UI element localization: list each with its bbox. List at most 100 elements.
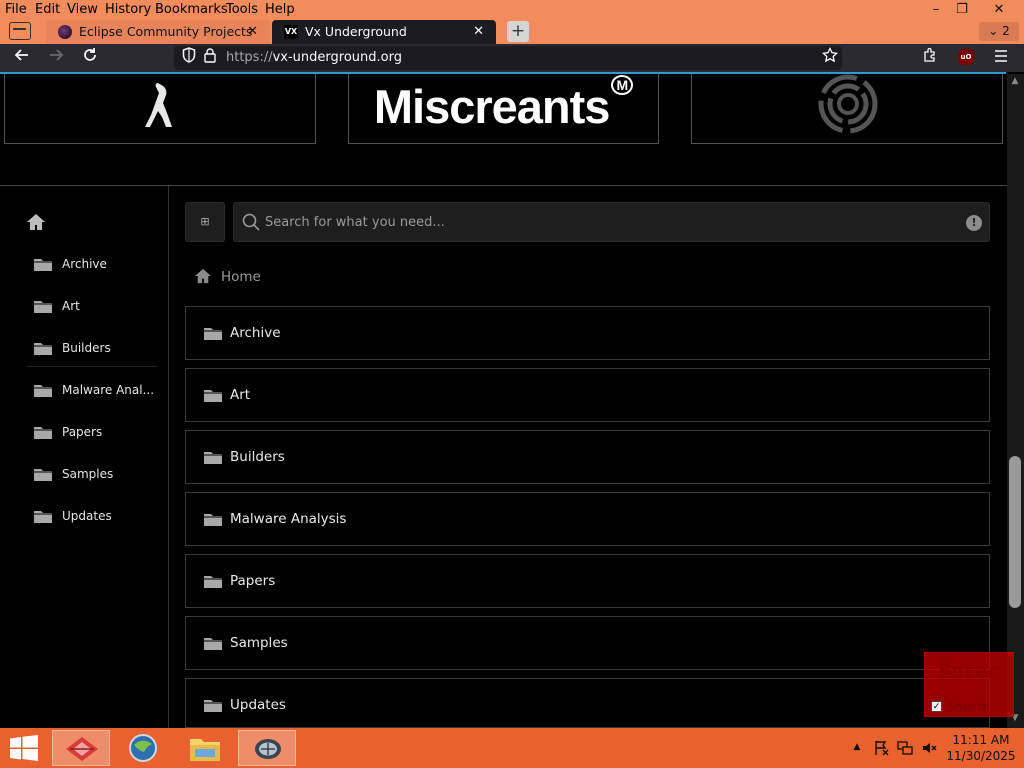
restore-button[interactable]: ❐ [947,0,977,20]
sidebar-item-art[interactable]: Art [34,297,158,317]
clock-date: 11/30/2025 [946,749,1016,763]
hamburger-menu-icon[interactable] [990,44,1012,72]
sidebar-home-icon[interactable] [26,213,46,235]
reload-icon[interactable] [77,44,103,72]
snap-label: Snap to [949,701,988,713]
folder-icon [204,514,222,526]
search-area: ⊞ ! [185,202,990,242]
folder-icon [34,511,52,523]
network-tool-icon [255,739,281,759]
folder-name: Papers [230,573,276,589]
folder-row-archive[interactable]: Archive [185,306,990,360]
search-box[interactable]: ! [233,202,990,242]
folder-row-samples[interactable]: Samples [185,616,990,670]
tab-title: Vx Underground [305,24,407,39]
tab-close-icon[interactable]: ✕ [247,20,258,44]
sidebar-item-archive[interactable]: Archive [34,255,158,275]
sidebar-item-papers[interactable]: Papers [34,423,158,443]
sidebar-item-label: Art [62,299,80,313]
scroll-up-icon[interactable]: ▲ [1009,76,1021,86]
url-protocol: https:// [226,50,273,65]
scrollbar-thumb[interactable] [1009,456,1021,608]
taskbar-app-network-tool[interactable] [238,730,296,766]
enter-button[interactable]: Enter [925,659,1013,683]
home-icon[interactable] [194,268,212,284]
folder-icon [204,700,222,712]
ublock-icon[interactable]: uO [958,49,974,65]
page-scrollbar[interactable] [1007,74,1024,728]
lock-icon[interactable] [202,44,218,72]
sidebar-item-builders[interactable]: Builders [34,339,158,359]
close-window-button[interactable]: ✕ [984,0,1014,20]
folder-row-art[interactable]: Art [185,368,990,422]
forward-icon[interactable] [43,44,69,72]
back-icon[interactable] [9,44,35,72]
menu-view[interactable]: View [67,2,98,17]
folder-explorer-icon [190,739,220,761]
folder-icon [34,385,52,397]
logo-card-miscreants[interactable]: Miscreants M [348,74,659,144]
folder-name: Archive [230,325,281,341]
sidebar-item-malware-analysis[interactable]: Malware Anal... [34,381,158,401]
sidebar-item-samples[interactable]: Samples [34,465,158,485]
shield-icon[interactable] [180,44,198,72]
menu-bar: File Edit View History Bookmarks Tools H… [0,0,1024,20]
sidebar-divider [26,366,158,367]
bookmark-star-icon[interactable] [819,44,841,72]
breadcrumb-home-link[interactable]: Home [221,269,261,285]
tab-vx-underground[interactable]: VX Vx Underground ✕ [272,20,496,44]
enter-overlay-widget[interactable]: Enter ✓ Snap to [924,652,1014,717]
folder-name: Malware Analysis [230,511,347,527]
concentric-circle-logo-icon [818,74,878,134]
folder-icon [204,328,222,340]
menu-history[interactable]: History [105,2,151,17]
folder-icon [204,638,222,650]
windows-start-icon[interactable] [10,735,38,765]
network-icon[interactable] [896,740,914,758]
clock-time: 11:11 AM [952,733,1010,747]
tab-close-icon[interactable]: ✕ [473,20,484,44]
url-text[interactable]: https://vx-underground.org [226,46,402,70]
folder-name: Updates [230,697,286,713]
sidebar-item-updates[interactable]: Updates [34,507,158,527]
taskbar-app-red-diamond[interactable] [52,730,110,766]
menu-bookmarks[interactable]: Bookmarks [155,2,228,17]
walker-logo-icon [145,83,172,127]
miscreants-logo-text: Miscreants [373,80,611,133]
globe-browser-icon [129,734,157,762]
tab-count-button[interactable]: ⌄ 2 [979,22,1019,41]
logo-card-circle[interactable] [691,74,1003,144]
logo-card-walker[interactable] [4,74,316,144]
extensions-icon[interactable] [919,44,941,72]
folder-icon [34,343,52,355]
folder-name: Samples [230,635,288,651]
red-app-icon [66,737,98,761]
new-tab-button[interactable]: + [507,21,529,42]
tab-eclipse[interactable]: Eclipse Community Projects ✕ [46,20,270,44]
taskbar-app-file-explorer[interactable] [176,730,234,766]
sidebar-item-label: Malware Anal... [62,383,155,397]
menu-file[interactable]: File [5,2,27,17]
folder-row-papers[interactable]: Papers [185,554,990,608]
search-input[interactable] [265,203,955,241]
info-icon[interactable]: ! [966,215,982,231]
system-clock[interactable]: 11:11 AM 11/30/2025 [944,732,1018,764]
snap-checkbox[interactable]: ✓ [931,701,942,712]
folder-row-updates[interactable]: Updates [185,678,990,728]
taskbar-app-browser[interactable] [114,730,172,766]
snap-to-option[interactable]: ✓ Snap to [931,701,987,713]
url-host: vx-underground.org [272,50,402,65]
menu-edit[interactable]: Edit [35,2,60,17]
search-mode-toggle-button[interactable]: ⊞ [185,202,225,242]
action-center-flag-icon[interactable] [872,740,890,758]
search-icon [242,213,260,231]
tray-overflow-icon[interactable]: ▲ [850,742,864,760]
sidebar-item-label: Papers [62,425,103,439]
tab-list-icon[interactable] [9,22,31,40]
folder-row-malware-analysis[interactable]: Malware Analysis [185,492,990,546]
menu-help[interactable]: Help [265,2,295,17]
folder-row-builders[interactable]: Builders [185,430,990,484]
volume-muted-icon[interactable] [920,740,938,758]
eclipse-favicon-icon [58,25,72,39]
menu-tools[interactable]: Tools [226,2,258,17]
